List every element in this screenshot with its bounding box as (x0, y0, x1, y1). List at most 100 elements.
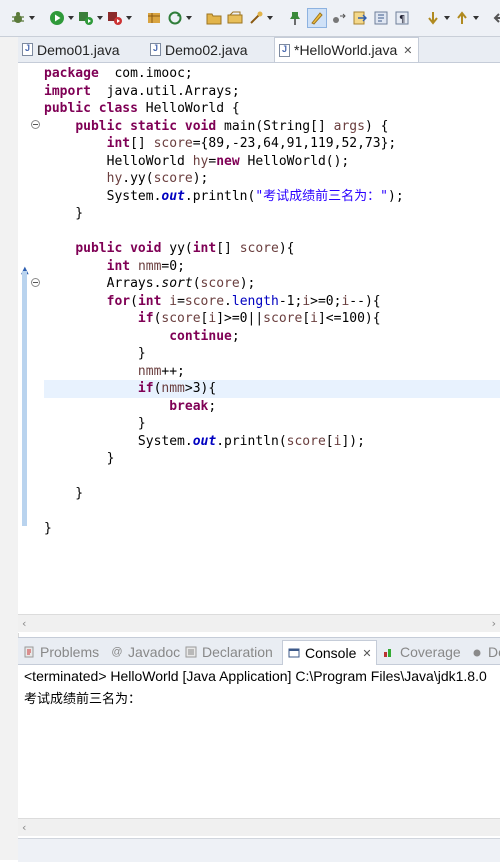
code-token: . (224, 293, 232, 309)
back-button[interactable] (492, 9, 500, 27)
dropdown-arrow-icon[interactable] (444, 16, 450, 20)
code-line[interactable]: } (44, 485, 500, 503)
tab-helloworld[interactable]: *HelloWorld.java ✕ (274, 37, 420, 62)
code-editor[interactable]: package com.imooc; import java.util.Array… (44, 63, 500, 608)
code-line[interactable]: package com.imooc; (44, 65, 500, 83)
show-whitespace-button[interactable] (372, 9, 390, 27)
tab-console[interactable]: Console ✕ (282, 640, 377, 665)
code-token: ; (231, 328, 240, 344)
tab-label: De (488, 644, 500, 660)
next-annotation-button[interactable] (424, 9, 450, 27)
code-token: class (98, 101, 138, 116)
code-line[interactable]: import java.util.Arrays; (44, 83, 500, 101)
dropdown-arrow-icon[interactable] (29, 16, 35, 20)
tab-coverage[interactable]: Coverage (382, 641, 461, 663)
code-line[interactable]: Arrays.sort(score); (44, 275, 500, 293)
code-line[interactable]: public void yy(int[] score){ (44, 240, 500, 258)
code-token: public (44, 101, 91, 116)
close-icon[interactable]: ✕ (403, 44, 412, 57)
previous-annotation-icon (453, 9, 471, 27)
code-token: "考试成绩前三名为：" (255, 188, 388, 204)
tab-label: Declaration (202, 644, 273, 660)
open-folder-button[interactable] (205, 9, 223, 27)
dropdown-arrow-icon[interactable] (267, 16, 273, 20)
back-arrow-icon (492, 9, 500, 27)
external-tools-button[interactable] (106, 9, 132, 27)
tab-demo01[interactable]: Demo01.java (22, 38, 120, 61)
code-line[interactable]: if(score[i]>=0||score[i]<=100){ (44, 310, 500, 328)
dropdown-arrow-icon[interactable] (97, 16, 103, 20)
code-line[interactable]: public static void main(String[] args) { (44, 118, 500, 136)
open-task-button[interactable] (226, 9, 244, 27)
code-line[interactable]: int[] score={89,-23,64,91,119,52,73}; (44, 135, 500, 153)
dropdown-arrow-icon[interactable] (126, 16, 132, 20)
forward-button[interactable] (330, 9, 348, 27)
code-line[interactable]: nmm++; (44, 363, 500, 381)
code-line[interactable] (44, 468, 500, 486)
highlight-button[interactable] (307, 8, 327, 28)
code-line[interactable]: if(nmm>3){ (44, 380, 500, 398)
code-line[interactable]: continue; (44, 328, 500, 346)
code-line[interactable]: HelloWorld hy=new HelloWorld(); (44, 153, 500, 171)
code-line[interactable]: } (44, 205, 500, 223)
open-resource-button[interactable] (247, 9, 273, 27)
external-tools-icon (106, 9, 124, 27)
tab-problems[interactable]: Problems (22, 641, 99, 663)
code-line[interactable]: } (44, 450, 500, 468)
left-side-strip (0, 37, 19, 860)
fold-collapse-icon[interactable] (31, 278, 40, 287)
code-line[interactable]: public class HelloWorld { (44, 100, 500, 118)
code-line[interactable]: } (44, 520, 500, 538)
run-button[interactable] (48, 9, 74, 27)
fold-collapse-icon[interactable] (31, 120, 40, 129)
console-horizontal-scrollbar[interactable]: ‹ (18, 818, 500, 836)
scroll-left-icon[interactable]: ‹ (22, 617, 26, 630)
editor-horizontal-scrollbar[interactable]: ‹ › (18, 614, 500, 632)
toggle-comment-button[interactable] (351, 9, 369, 27)
previous-annotation-button[interactable] (453, 9, 479, 27)
refresh-button[interactable] (166, 9, 192, 27)
new-java-project-button[interactable] (145, 9, 163, 27)
code-line[interactable]: hy.yy(score); (44, 170, 500, 188)
code-token: main(String[] (216, 118, 334, 134)
dropdown-arrow-icon[interactable] (68, 16, 74, 20)
code-line[interactable]: System.out.println("考试成绩前三名为："); (44, 188, 500, 206)
code-line[interactable]: System.out.println(score[i]); (44, 433, 500, 451)
paragraph-button[interactable]: ¶ (393, 9, 411, 27)
scroll-right-icon[interactable]: › (492, 617, 496, 630)
tab-label: Problems (40, 644, 100, 660)
code-token: public (75, 241, 123, 256)
code-token: yy( (161, 241, 193, 256)
main-toolbar: ¶ (0, 0, 500, 37)
tab-javadoc[interactable]: @ Javadoc (110, 641, 180, 663)
close-icon[interactable]: ✕ (362, 647, 371, 660)
code-line[interactable]: } (44, 345, 500, 363)
code-line[interactable]: } (44, 415, 500, 433)
code-line[interactable] (44, 223, 500, 241)
views-tab-bar: Problems @ Javadoc Declaration Console ✕… (18, 638, 500, 665)
tab-declaration[interactable]: Declaration (184, 641, 273, 663)
code-token: break (169, 398, 209, 414)
debug-button[interactable] (9, 9, 35, 27)
code-line[interactable] (44, 503, 500, 521)
run-config-button[interactable] (77, 9, 103, 27)
code-line[interactable]: break; (44, 398, 500, 416)
code-line[interactable]: for(int i=score.length-1;i>=0;i--){ (44, 293, 500, 311)
code-token: HelloWorld (44, 153, 193, 169)
tab-debug-view[interactable]: De (470, 641, 500, 663)
dropdown-arrow-icon[interactable] (473, 16, 479, 20)
code-token: .println( (184, 188, 256, 204)
code-token: ( (192, 276, 201, 291)
tab-demo02[interactable]: Demo02.java (150, 38, 248, 61)
scroll-left-icon[interactable]: ‹ (22, 821, 26, 834)
code-token: score (263, 311, 303, 326)
dropdown-arrow-icon[interactable] (186, 16, 192, 20)
pin-button[interactable] (286, 9, 304, 27)
code-token: nmm (161, 381, 185, 396)
code-line[interactable]: int nmm=0; (44, 258, 500, 276)
